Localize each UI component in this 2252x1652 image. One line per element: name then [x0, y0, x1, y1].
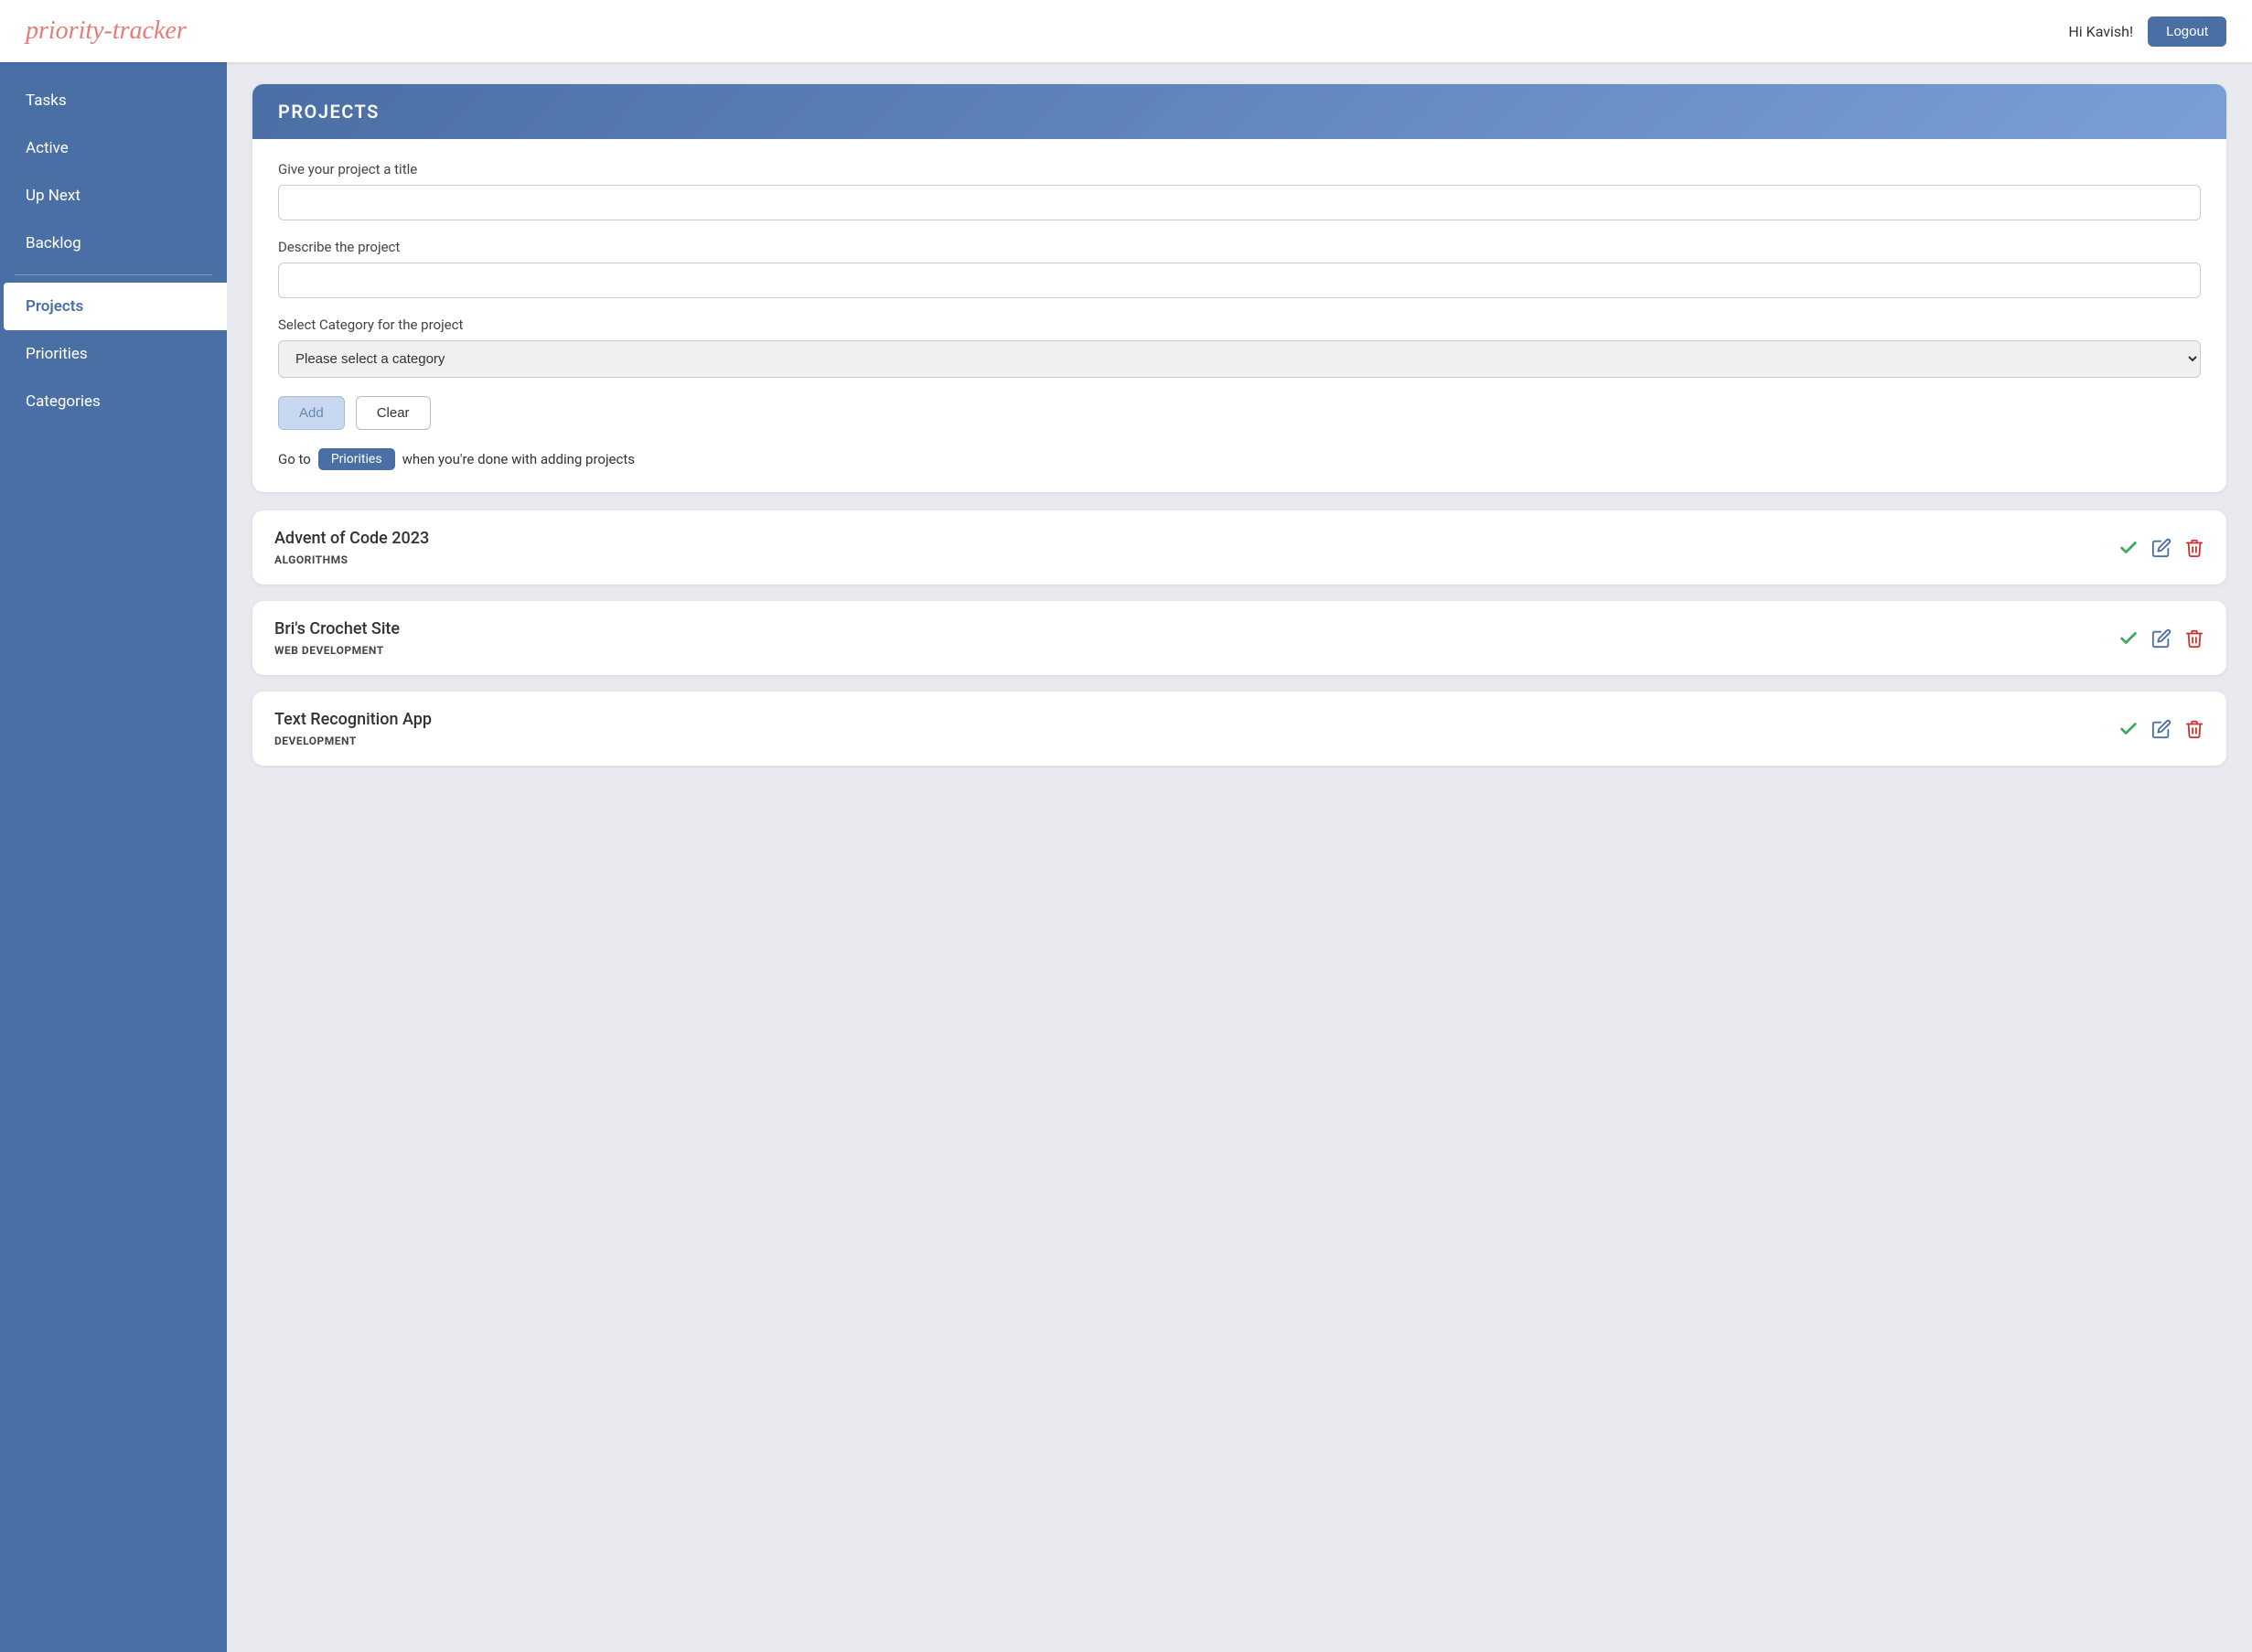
layout: Tasks Active Up Next Backlog Projects Pr…: [0, 62, 2252, 1652]
sidebar-item-up-next[interactable]: Up Next: [0, 172, 227, 220]
sidebar-section-tasks: Tasks Active Up Next Backlog: [0, 77, 227, 267]
greeting-text: Hi Kavish!: [2068, 23, 2133, 40]
delete-icon-3[interactable]: [2184, 719, 2204, 739]
priorities-link[interactable]: Priorities: [318, 448, 395, 470]
project-actions-2: [2118, 628, 2204, 649]
sidebar-section-projects: Projects Priorities Categories: [0, 283, 227, 425]
add-button[interactable]: Add: [278, 396, 345, 430]
complete-icon-2[interactable]: [2118, 628, 2139, 649]
clear-button[interactable]: Clear: [356, 396, 431, 430]
complete-icon-3[interactable]: [2118, 719, 2139, 739]
go-to-suffix: when you're done with adding projects: [402, 451, 635, 467]
page-title: PROJECTS: [278, 101, 2201, 123]
header: priority-tracker Hi Kavish! Logout: [0, 0, 2252, 62]
logo-text: priority-tracker: [26, 16, 187, 45]
project-card-1: Advent of Code 2023 ALGORITHMS: [252, 510, 2226, 585]
edit-icon-3[interactable]: [2151, 719, 2172, 739]
logout-button[interactable]: Logout: [2148, 16, 2226, 47]
sidebar-item-backlog[interactable]: Backlog: [0, 220, 227, 267]
go-to-prefix: Go to: [278, 451, 311, 467]
card-header: PROJECTS: [252, 84, 2226, 139]
sidebar-item-categories[interactable]: Categories: [0, 378, 227, 425]
card-body: Give your project a title Describe the p…: [252, 139, 2226, 492]
project-category-1: ALGORITHMS: [274, 553, 2118, 566]
project-category-2: WEB DEVELOPMENT: [274, 644, 2118, 657]
project-title-3: Text Recognition App: [274, 710, 2118, 729]
project-actions-1: [2118, 538, 2204, 558]
category-group: Select Category for the project Please s…: [278, 316, 2201, 378]
project-info-2: Bri's Crochet Site WEB DEVELOPMENT: [274, 619, 2118, 657]
logo: priority-tracker: [26, 16, 187, 46]
header-right: Hi Kavish! Logout: [2068, 16, 2226, 47]
title-input[interactable]: [278, 185, 2201, 220]
project-title-1: Advent of Code 2023: [274, 529, 2118, 548]
description-group: Describe the project: [278, 239, 2201, 298]
form-actions: Add Clear: [278, 396, 2201, 430]
sidebar-item-projects[interactable]: Projects: [4, 283, 227, 330]
description-label: Describe the project: [278, 239, 2201, 255]
edit-icon-2[interactable]: [2151, 628, 2172, 649]
sidebar-nav: Tasks Active Up Next Backlog Projects Pr…: [0, 62, 227, 433]
category-label: Select Category for the project: [278, 316, 2201, 333]
sidebar-item-active[interactable]: Active: [0, 124, 227, 172]
delete-icon-1[interactable]: [2184, 538, 2204, 558]
project-info-3: Text Recognition App DEVELOPMENT: [274, 710, 2118, 747]
project-card-3: Text Recognition App DEVELOPMENT: [252, 692, 2226, 766]
main-content: PROJECTS Give your project a title Descr…: [227, 62, 2252, 1652]
project-category-3: DEVELOPMENT: [274, 735, 2118, 747]
project-title-2: Bri's Crochet Site: [274, 619, 2118, 638]
description-input[interactable]: [278, 263, 2201, 298]
sidebar-divider: [15, 274, 212, 275]
title-label: Give your project a title: [278, 161, 2201, 177]
projects-form-card: PROJECTS Give your project a title Descr…: [252, 84, 2226, 492]
go-to-section: Go to Priorities when you're done with a…: [278, 448, 2201, 470]
category-select[interactable]: Please select a category Algorithms Web …: [278, 340, 2201, 378]
complete-icon-1[interactable]: [2118, 538, 2139, 558]
sidebar: Tasks Active Up Next Backlog Projects Pr…: [0, 62, 227, 1652]
title-group: Give your project a title: [278, 161, 2201, 220]
project-card-2: Bri's Crochet Site WEB DEVELOPMENT: [252, 601, 2226, 675]
sidebar-item-tasks[interactable]: Tasks: [0, 77, 227, 124]
delete-icon-2[interactable]: [2184, 628, 2204, 649]
edit-icon-1[interactable]: [2151, 538, 2172, 558]
sidebar-item-priorities[interactable]: Priorities: [0, 330, 227, 378]
project-info-1: Advent of Code 2023 ALGORITHMS: [274, 529, 2118, 566]
project-actions-3: [2118, 719, 2204, 739]
